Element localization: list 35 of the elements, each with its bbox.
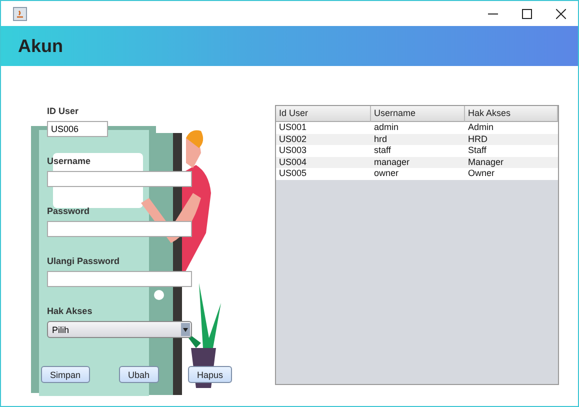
table-cell-text: Staff	[467, 145, 488, 157]
field-label: Password	[47, 205, 90, 217]
table-cell-text: US002	[278, 134, 308, 146]
table-cell-text: US001	[278, 122, 308, 134]
input-field[interactable]	[47, 221, 192, 237]
access-dropdown[interactable]: Pilih	[47, 321, 192, 338]
table-cell-text: US003	[278, 145, 308, 157]
app-icon	[13, 6, 27, 20]
page-title: Akun	[18, 36, 63, 56]
table-cell-text: HRD	[467, 134, 488, 146]
input-field[interactable]	[47, 171, 192, 187]
field-label: Hak Akses	[47, 305, 92, 317]
table-cell-text: US005	[278, 168, 308, 180]
table-cell-text: staff	[373, 145, 392, 157]
input-field[interactable]	[47, 271, 192, 287]
table-cell-text: Manager	[467, 156, 505, 168]
column-header[interactable]: Hak Akses	[465, 106, 558, 122]
column-header[interactable]: Id User	[276, 106, 371, 122]
table-cell-text: Owner	[467, 168, 496, 180]
input-field[interactable]: US006	[47, 121, 108, 137]
action-button[interactable]: Ubah	[118, 366, 158, 383]
column-header[interactable]: Username	[371, 106, 465, 122]
field-label: Username	[47, 155, 91, 167]
table-cell-text: admin	[373, 122, 400, 134]
maximize-icon	[522, 8, 532, 18]
table-cell-text: US004	[278, 156, 308, 168]
table-cell-text: owner	[373, 168, 400, 180]
field-label: Ulangi Password	[47, 255, 120, 267]
table-cell-text: hrd	[373, 134, 388, 146]
action-button[interactable]: Simpan	[41, 366, 90, 383]
field-label: ID User	[47, 105, 79, 117]
close-icon	[556, 8, 566, 18]
table-cell-text: Admin	[467, 122, 495, 134]
action-button[interactable]: Hapus	[188, 366, 232, 383]
table-cell-text: manager	[373, 156, 411, 168]
